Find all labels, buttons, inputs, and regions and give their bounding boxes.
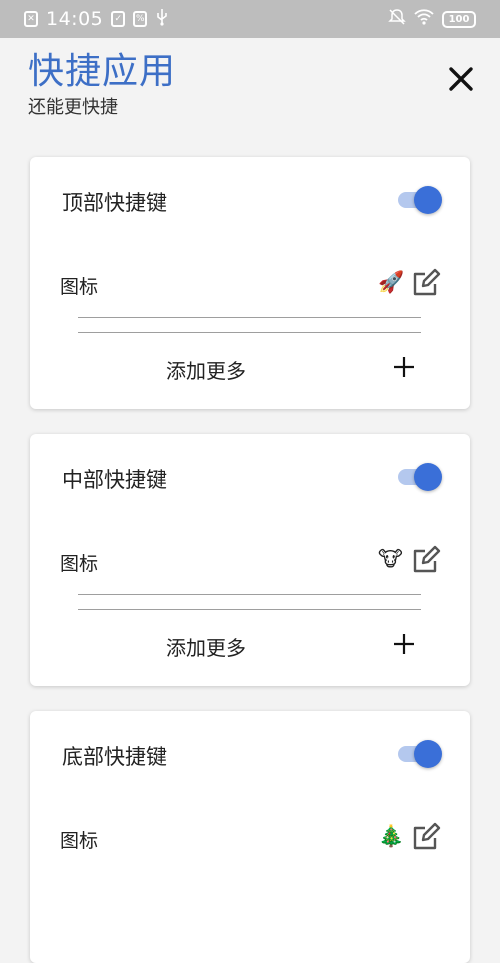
card-title: 底部快捷键 xyxy=(62,745,167,769)
plus-icon xyxy=(394,357,414,377)
add-button[interactable] xyxy=(390,353,418,381)
wifi-icon xyxy=(414,8,434,30)
icon-label: 图标 xyxy=(60,553,99,575)
divider xyxy=(78,609,421,610)
status-bar: ✕ 14:05 ✓ % 100 xyxy=(0,0,500,38)
page-title: 快捷应用 xyxy=(28,51,177,92)
page-subtitle: 还能更快捷 xyxy=(28,97,118,118)
icon-label: 图标 xyxy=(60,276,99,298)
status-time: 14:05 xyxy=(46,8,104,30)
vpn-icon: % xyxy=(133,11,148,27)
mute-icon xyxy=(388,8,406,31)
card-top-shortcut: 顶部快捷键 图标 🚀 添加更多 xyxy=(30,157,470,409)
shortcut-toggle[interactable] xyxy=(398,738,442,768)
divider xyxy=(78,317,421,318)
check-icon: ✓ xyxy=(111,11,126,27)
add-more-button[interactable]: 添加更多 xyxy=(30,632,390,661)
status-bar-right: 100 xyxy=(388,8,476,31)
tree-icon: 🎄 xyxy=(378,824,405,848)
rocket-icon: 🚀 xyxy=(378,270,405,294)
add-more-label: 添加更多 xyxy=(166,359,246,383)
edit-icon xyxy=(413,822,441,850)
card-title: 中部快捷键 xyxy=(62,468,167,492)
add-button[interactable] xyxy=(390,630,418,658)
edit-icon xyxy=(413,268,441,296)
edit-button[interactable] xyxy=(410,544,442,576)
shortcut-toggle[interactable] xyxy=(398,184,442,214)
toggle-thumb xyxy=(414,740,442,768)
card-title: 顶部快捷键 xyxy=(62,191,167,215)
cow-icon: 🐮 xyxy=(378,547,403,571)
edit-button[interactable] xyxy=(410,821,442,853)
usb-icon xyxy=(155,8,169,31)
shortcut-toggle[interactable] xyxy=(398,461,442,491)
card-middle-shortcut: 中部快捷键 图标 🐮 添加更多 xyxy=(30,434,470,686)
add-more-label: 添加更多 xyxy=(166,636,246,660)
close-icon xyxy=(449,67,473,91)
edit-icon xyxy=(413,545,441,573)
toggle-thumb xyxy=(414,463,442,491)
sim-icon: ✕ xyxy=(24,11,38,27)
icon-label: 图标 xyxy=(60,830,99,852)
add-more-button[interactable]: 添加更多 xyxy=(30,355,390,384)
edit-button[interactable] xyxy=(410,267,442,299)
divider xyxy=(78,594,421,595)
toggle-thumb xyxy=(414,186,442,214)
status-bar-left: ✕ 14:05 ✓ % xyxy=(24,8,169,31)
battery-icon: 100 xyxy=(442,10,476,28)
close-button[interactable] xyxy=(444,62,478,96)
divider xyxy=(78,332,421,333)
card-bottom-shortcut: 底部快捷键 图标 🎄 xyxy=(30,711,470,963)
plus-icon xyxy=(394,634,414,654)
